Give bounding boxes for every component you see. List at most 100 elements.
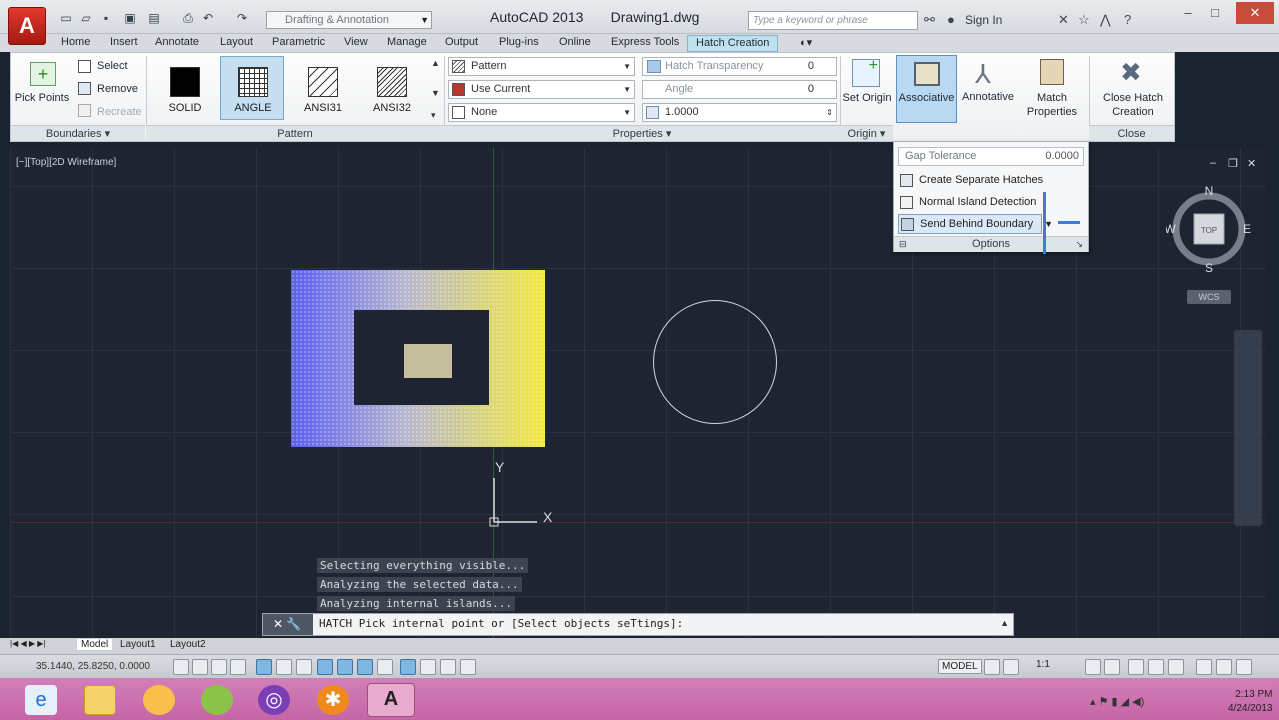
pattern-swatch-ansi31[interactable]: ANSI31 bbox=[290, 56, 354, 120]
exchange-icon[interactable]: ✕ bbox=[1058, 12, 1069, 28]
tab-layout2[interactable]: Layout2 bbox=[170, 639, 206, 650]
gap-tolerance-field[interactable]: Gap Tolerance 0.0000 bbox=[898, 147, 1084, 166]
star-icon[interactable]: ☆ bbox=[1078, 12, 1090, 28]
auto-scale-button[interactable] bbox=[1104, 659, 1120, 675]
pattern-swatch-solid[interactable]: SOLID bbox=[152, 56, 216, 120]
network-icon[interactable]: ⋀ bbox=[1100, 12, 1111, 28]
ortho-button[interactable] bbox=[230, 659, 246, 675]
viewport-restore-icon[interactable]: ❐ bbox=[1228, 157, 1238, 170]
search-input[interactable]: Type a keyword or phrase bbox=[748, 11, 918, 30]
quick-view-drawings-button[interactable] bbox=[1003, 659, 1019, 675]
annotative-button[interactable]: ⅄ Annotative bbox=[958, 55, 1018, 123]
viewport-close-icon[interactable]: ✕ bbox=[1247, 157, 1256, 170]
new-icon[interactable]: ▭ bbox=[58, 11, 74, 25]
redo-icon[interactable]: ↷ bbox=[234, 11, 250, 25]
clean-screen-button[interactable] bbox=[1236, 659, 1252, 675]
tab-online[interactable]: Online bbox=[559, 36, 591, 48]
help-icon[interactable]: ? bbox=[1124, 12, 1131, 27]
properties-panel-title[interactable]: Properties ▾ bbox=[444, 125, 840, 141]
quick-properties-button[interactable] bbox=[420, 659, 436, 675]
plot-icon[interactable]: ▤ bbox=[146, 11, 162, 25]
options-panel-title[interactable]: ⊟ Options ↘ bbox=[894, 236, 1088, 252]
globe-app-icon[interactable] bbox=[201, 685, 233, 715]
tray-icons[interactable]: ▴ ⚑ ▮ ◢ ◀) bbox=[1090, 695, 1144, 708]
scroll-down-icon[interactable]: ▼ bbox=[431, 88, 440, 98]
purple-app-icon[interactable]: ◎ bbox=[258, 685, 290, 715]
pattern-panel-title[interactable]: Pattern bbox=[146, 125, 444, 141]
tab-express-tools[interactable]: Express Tools bbox=[611, 36, 679, 48]
tab-layout1[interactable]: Layout1 bbox=[120, 639, 156, 650]
coordinates-readout[interactable]: 35.1440, 25.8250, 0.0000 bbox=[36, 661, 150, 672]
selection-cycling-button[interactable] bbox=[440, 659, 456, 675]
close-hatch-creation-button[interactable]: ✖ Close Hatch Creation bbox=[1092, 55, 1174, 123]
user-icon[interactable]: ● bbox=[947, 12, 955, 27]
sign-in-link[interactable]: Sign In bbox=[965, 13, 1002, 27]
autocad-logo[interactable]: A bbox=[8, 7, 46, 45]
create-separate-hatches-button[interactable]: Create Separate Hatches bbox=[898, 170, 1084, 190]
annotation-monitor-button[interactable] bbox=[460, 659, 476, 675]
hatch-scale-field[interactable]: 1.0000 ⇕ bbox=[642, 103, 837, 122]
binoculars-icon[interactable]: ⚯ bbox=[924, 12, 935, 28]
tab-annotate[interactable]: Annotate bbox=[155, 36, 199, 48]
close-window-button[interactable]: ✕ bbox=[1236, 2, 1274, 24]
isolate-objects-button[interactable] bbox=[1168, 659, 1184, 675]
set-origin-icon[interactable]: + bbox=[852, 57, 880, 87]
lineweight-button[interactable] bbox=[377, 659, 393, 675]
annotation-visibility-button[interactable] bbox=[1085, 659, 1101, 675]
orange-app-icon[interactable]: ✱ bbox=[317, 685, 349, 715]
command-history-toggle-icon[interactable]: ▲ bbox=[1000, 618, 1009, 628]
polar-button[interactable] bbox=[256, 659, 272, 675]
hatch-type-dropdown[interactable]: Pattern ▼ bbox=[448, 57, 635, 76]
save-icon[interactable]: ▪ bbox=[98, 11, 114, 25]
dialog-launcher-icon[interactable]: ↘ bbox=[1075, 237, 1083, 252]
scroll-up-icon[interactable]: ▲ bbox=[431, 58, 440, 68]
viewcube[interactable]: TOP N S E W bbox=[1166, 186, 1252, 272]
circle-object[interactable] bbox=[653, 300, 777, 424]
model-space-button[interactable]: MODEL bbox=[938, 659, 982, 674]
select-button[interactable]: Select bbox=[97, 60, 128, 72]
tab-output[interactable]: Output bbox=[445, 36, 478, 48]
hatch-transparency-field[interactable]: Hatch Transparency 0 bbox=[642, 57, 837, 76]
maximize-button[interactable]: □ bbox=[1202, 2, 1228, 24]
hardware-acceleration-button[interactable] bbox=[1196, 659, 1212, 675]
origin-panel-title[interactable]: Origin ▾ bbox=[840, 125, 893, 141]
dyn-button[interactable] bbox=[357, 659, 373, 675]
tab-home[interactable]: Home bbox=[61, 36, 90, 48]
hatch-island[interactable] bbox=[404, 344, 452, 378]
background-color-dropdown[interactable]: None ▼ bbox=[448, 103, 635, 122]
angle-field[interactable]: Angle 0 bbox=[642, 80, 837, 99]
tab-manage[interactable]: Manage bbox=[387, 36, 427, 48]
pin-icon[interactable]: ⊟ bbox=[899, 237, 907, 252]
workspace-dropdown[interactable]: Drafting & Annotation ▼ bbox=[266, 11, 432, 29]
system-clock[interactable]: 2:13 PM 4/24/2013 bbox=[1228, 688, 1273, 716]
3dosnap-button[interactable] bbox=[296, 659, 312, 675]
hatch-color-dropdown[interactable]: Use Current ▼ bbox=[448, 80, 635, 99]
open-icon[interactable]: ▱ bbox=[78, 11, 94, 25]
island-detection-dropdown[interactable]: Normal Island Detection bbox=[898, 192, 1084, 212]
undo-icon[interactable]: ↶ bbox=[200, 11, 216, 25]
navigation-bar[interactable] bbox=[1234, 330, 1262, 526]
draw-order-dropdown[interactable]: Send Behind Boundary ▼ bbox=[898, 214, 1053, 234]
status-menu-button[interactable] bbox=[1216, 659, 1232, 675]
remove-button[interactable]: Remove bbox=[97, 83, 138, 95]
file-explorer-icon[interactable] bbox=[84, 685, 116, 715]
wcs-menu[interactable]: WCS bbox=[1187, 290, 1231, 304]
quick-view-layouts-button[interactable] bbox=[984, 659, 1000, 675]
tab-insert[interactable]: Insert bbox=[110, 36, 138, 48]
infer-constraints-button[interactable] bbox=[173, 659, 189, 675]
tab-parametric[interactable]: Parametric bbox=[272, 36, 325, 48]
print-icon[interactable]: ⎙ bbox=[180, 11, 196, 25]
osnap-button[interactable] bbox=[276, 659, 292, 675]
workspace-switching-button[interactable] bbox=[1128, 659, 1144, 675]
pattern-expand-icon[interactable]: ▾ bbox=[431, 110, 436, 121]
transparency-button[interactable] bbox=[400, 659, 416, 675]
command-line-controls[interactable]: ✕ 🔧 bbox=[263, 614, 313, 635]
command-line[interactable]: ✕ 🔧 HATCH Pick internal point or [Select… bbox=[262, 613, 1014, 636]
tab-layout[interactable]: Layout bbox=[220, 36, 253, 48]
save-as-icon[interactable]: ▣ bbox=[122, 11, 138, 25]
annotation-scale[interactable]: 1:1 bbox=[1036, 659, 1050, 670]
tab-view[interactable]: View bbox=[344, 36, 368, 48]
snap-button[interactable] bbox=[192, 659, 208, 675]
layout-nav-icons[interactable]: |◀ ◀ ▶ ▶| bbox=[10, 639, 45, 648]
pattern-swatch-ansi32[interactable]: ANSI32 bbox=[359, 56, 423, 120]
